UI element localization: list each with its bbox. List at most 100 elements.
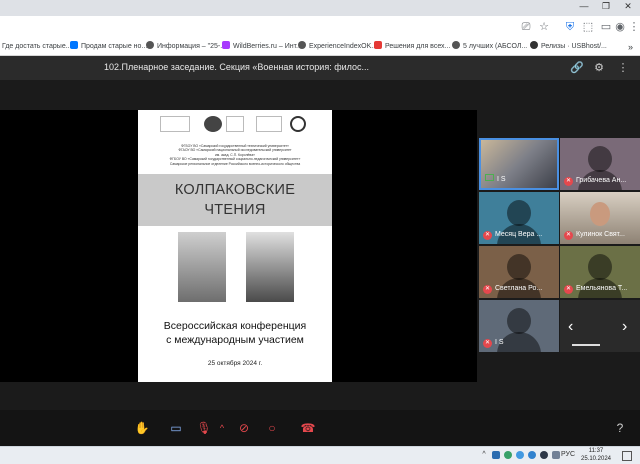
app-tray-icon[interactable] <box>504 451 512 459</box>
notifications-icon[interactable] <box>622 451 632 461</box>
avatar-silhouette-icon <box>507 200 531 226</box>
avatar-silhouette-icon <box>507 308 531 334</box>
star-icon[interactable]: ☆ <box>536 19 552 35</box>
next-page-icon[interactable]: › <box>622 318 627 336</box>
participant-name: I S <box>497 176 506 183</box>
bookmark-item[interactable]: Информация – "25-... <box>146 41 226 53</box>
samgtu-logo <box>160 116 190 132</box>
chevron-up-icon[interactable]: ^ <box>214 420 230 436</box>
conference-line2: с международным участием <box>166 334 304 346</box>
prev-page-icon[interactable]: ‹ <box>568 318 573 336</box>
bookmark-item[interactable]: ExperienceIndexOK... <box>298 41 377 53</box>
meeting-controls: ✋ ▭ 🎙 ^ ⊘ ○ ☎ ? <box>0 410 640 446</box>
portrait-photo-left <box>178 232 226 302</box>
extensions-icon[interactable]: ⬚ <box>580 19 596 35</box>
camera-off-icon[interactable]: ⊘ <box>236 420 252 436</box>
more-bookmarks-icon[interactable]: » <box>628 41 633 53</box>
participant-tile[interactable]: I S <box>479 138 559 190</box>
participant-tile[interactable]: ✕ Грибачева Ан... <box>560 138 640 190</box>
person-face <box>590 202 610 226</box>
participant-tile[interactable]: ✕ Емельянова Т... <box>560 246 640 298</box>
app-tray-icon[interactable] <box>540 451 548 459</box>
gear-icon[interactable]: ⚙ <box>592 61 606 75</box>
participant-tile[interactable]: ✕ Кулинок Свят... <box>560 192 640 244</box>
mic-off-icon: ✕ <box>483 339 492 348</box>
globe-icon <box>298 41 306 49</box>
leave-call-icon[interactable]: ☎ <box>300 420 316 436</box>
organizers-list: ФГБОУ ВО «Самарский государственный техн… <box>169 144 301 166</box>
bookmark-item[interactable]: Релизы · USBhost/... <box>530 41 607 53</box>
participant-tile[interactable]: ✕ Месяц Вера ... <box>479 192 559 244</box>
slide-title-line1: КОЛПАКОВСКИЕ <box>174 182 296 198</box>
meeting-title: 102.Пленарное заседание. Секция «Военная… <box>104 62 369 72</box>
logo-row <box>160 116 310 136</box>
eagle-emblem-logo <box>204 116 222 132</box>
mic-off-icon: ✕ <box>483 285 492 294</box>
app-tray-icon[interactable] <box>492 451 500 459</box>
globe-icon <box>146 41 154 49</box>
close-window-icon[interactable]: ✕ <box>618 0 638 12</box>
chevron-up-icon[interactable]: ^ <box>480 451 488 459</box>
participant-name: Кулинок Свят... <box>576 231 625 238</box>
minimize-icon[interactable]: — <box>574 0 594 12</box>
language-indicator[interactable]: РУС <box>560 451 576 459</box>
help-icon[interactable]: ? <box>612 420 628 436</box>
bookmark-item[interactable]: 5 лучших (АБСОЛ... <box>452 41 527 53</box>
pedagogical-univ-logo <box>290 116 306 132</box>
mic-off-icon: ✕ <box>564 285 573 294</box>
meeting-header: 102.Пленарное заседание. Секция «Военная… <box>0 56 640 80</box>
app-tray-icon[interactable] <box>552 451 560 459</box>
globe-icon <box>452 41 460 49</box>
bookmark-item[interactable]: WildBerries.ru – Инт... <box>222 41 302 53</box>
shield-icon[interactable]: ⛨ <box>562 19 578 35</box>
title-band: КОЛПАКОВСКИЕ ЧТЕНИЯ <box>138 174 332 226</box>
slide-date: 25 октября 2024 г. <box>207 360 263 367</box>
avatar-silhouette-icon <box>507 254 531 280</box>
raise-hand-icon[interactable]: ✋ <box>134 420 150 436</box>
github-icon <box>530 41 538 49</box>
mic-off-icon: ✕ <box>564 231 573 240</box>
clock-time: 11:37 <box>588 448 604 454</box>
bookmark-item[interactable]: Продам старые но... <box>70 41 147 53</box>
participant-name: Светлана Ро... <box>495 285 543 292</box>
browser-toolbar: ⎚ ☆ ⛨ ⬚ ▭ ◉ ⋮ <box>0 16 640 38</box>
clock-date: 25.10.2024 <box>580 455 612 462</box>
more-icon[interactable]: ⋮ <box>616 61 630 75</box>
clock[interactable]: 11:37 25.10.2024 <box>578 448 614 463</box>
bookmark-item[interactable]: Решения для всех... <box>374 41 450 53</box>
portrait-photo-right <box>246 232 294 302</box>
taskbar: ^ РУС 11:37 25.10.2024 <box>0 446 640 464</box>
page-indicator <box>572 344 600 346</box>
record-icon[interactable]: ○ <box>264 420 280 436</box>
avatar-silhouette-icon <box>588 254 612 280</box>
presentation-slide: ФГБОУ ВО «Самарский государственный техн… <box>138 110 332 382</box>
menu-icon[interactable]: ⋮ <box>626 19 640 35</box>
avatar-silhouette-icon <box>588 146 612 172</box>
mic-off-icon: ✕ <box>483 231 492 240</box>
app-tray-icon[interactable] <box>516 451 524 459</box>
wildberries-icon <box>222 41 230 49</box>
society-logo <box>226 116 244 132</box>
conference-line1: Всероссийская конференция <box>163 320 307 332</box>
screen-share-icon[interactable]: ▭ <box>168 420 184 436</box>
participant-tile[interactable]: ✕ Светлана Ро... <box>479 246 559 298</box>
samara-univ-logo <box>256 116 282 132</box>
maximize-icon[interactable]: ❐ <box>596 0 616 12</box>
slide-title-line2: ЧТЕНИЯ <box>204 202 266 218</box>
app-tray-icon[interactable] <box>528 451 536 459</box>
mic-off-icon[interactable]: 🎙 <box>196 420 212 436</box>
participant-name: Емельянова Т... <box>576 285 628 292</box>
camera-on-icon <box>485 174 494 181</box>
mic-off-icon: ✕ <box>564 177 573 186</box>
link-icon[interactable]: 🔗 <box>570 61 584 75</box>
bookmarks-bar: Где достать старые... Продам старые но..… <box>0 38 640 56</box>
participant-name: I S <box>495 339 504 346</box>
bookmark-item[interactable]: Где достать старые... <box>2 41 72 53</box>
red-favicon-icon <box>374 41 382 49</box>
participant-name: Грибачева Ан... <box>576 177 627 184</box>
participant-name: Месяц Вера ... <box>495 231 543 238</box>
cast-icon[interactable]: ⎚ <box>518 19 534 35</box>
vk-icon <box>70 41 78 49</box>
participant-tile[interactable]: ✕ I S <box>479 300 559 352</box>
browser-chrome: — ❐ ✕ ⎚ ☆ ⛨ ⬚ ▭ ◉ ⋮ Где достать старые..… <box>0 0 640 56</box>
